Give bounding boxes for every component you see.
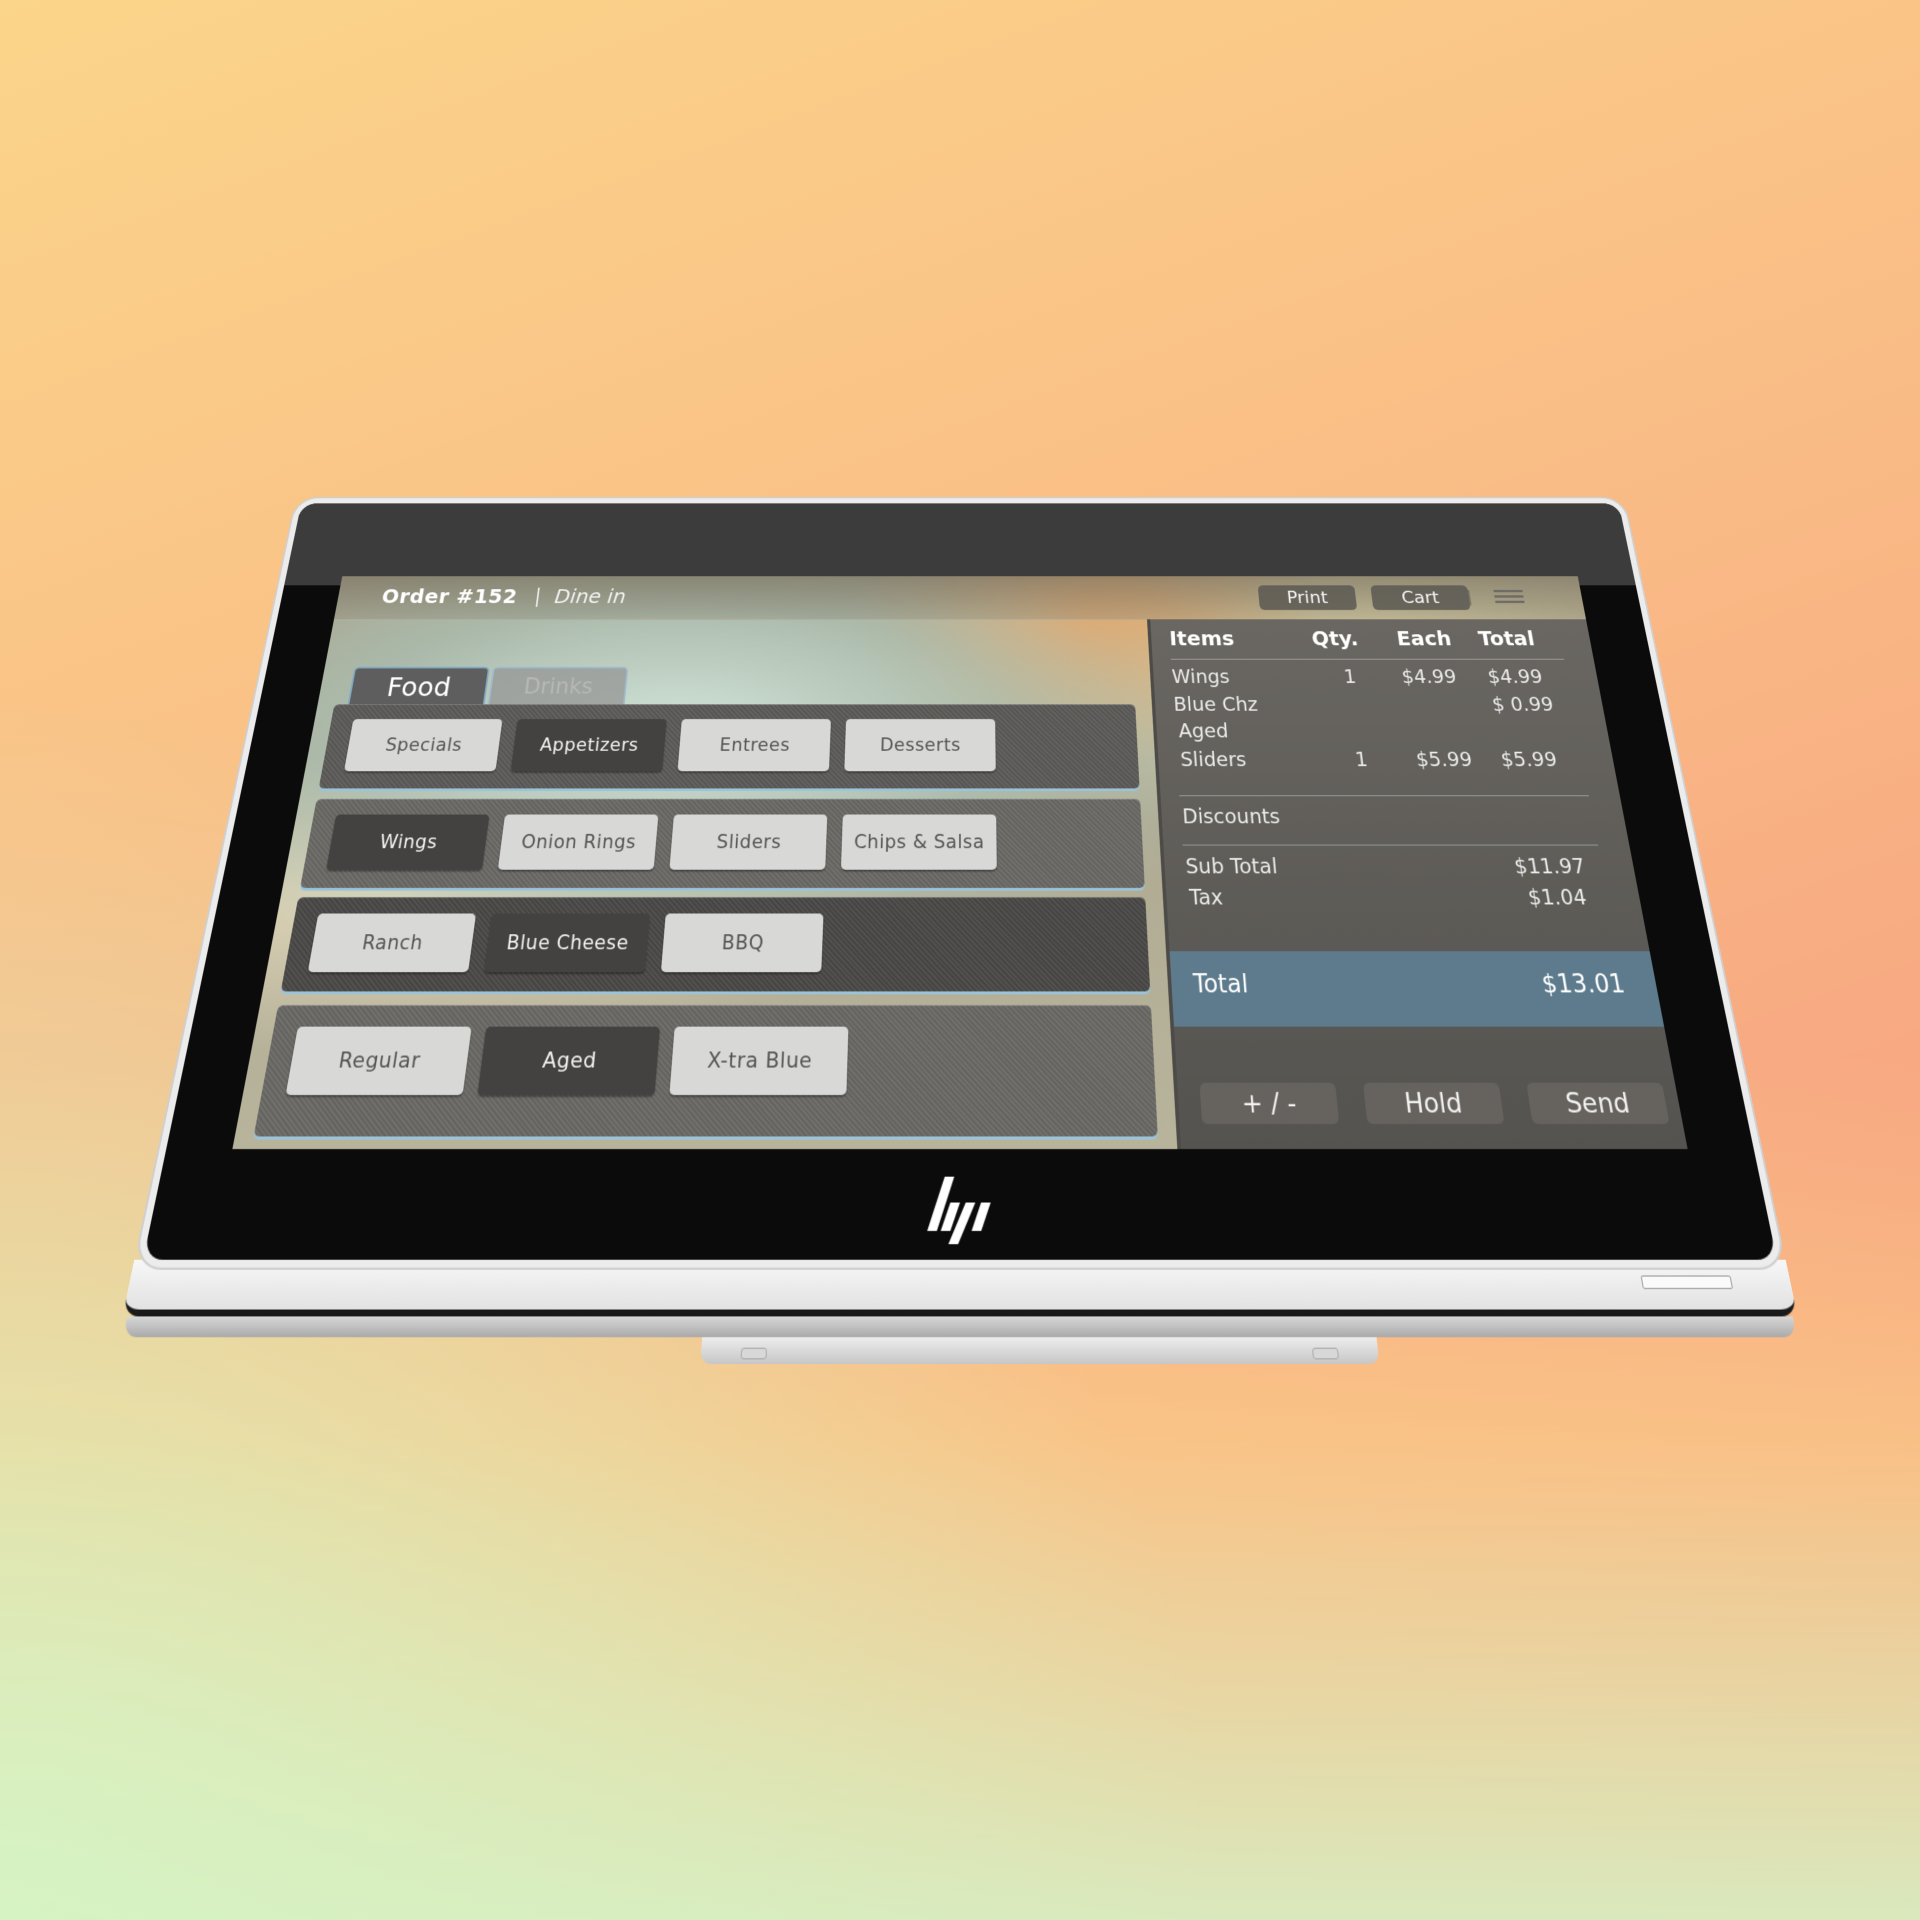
discounts-label[interactable]: Discounts xyxy=(1182,806,1281,829)
card-slot xyxy=(1640,1275,1734,1290)
tax-label: Tax xyxy=(1188,886,1224,911)
header-separator: | xyxy=(533,585,543,607)
category-specials-button[interactable]: Specials xyxy=(343,719,503,772)
sauce-blue-cheese-button[interactable]: Blue Cheese xyxy=(484,913,650,973)
column-header-qty: Qty. xyxy=(1310,627,1360,651)
stand-foot xyxy=(740,1347,768,1360)
sauce-bbq-button[interactable]: BBQ xyxy=(660,913,824,973)
option-regular-button[interactable]: Regular xyxy=(285,1026,472,1096)
column-header-items: Items xyxy=(1168,627,1236,651)
tax-value: $1.04 xyxy=(1526,886,1589,911)
category-appetizers-button[interactable]: Appetizers xyxy=(510,719,667,772)
cart-button[interactable]: Cart xyxy=(1370,585,1471,610)
quantity-adjust-button[interactable]: + / - xyxy=(1199,1082,1340,1124)
hp-logo-icon xyxy=(927,1176,991,1245)
item-total: $ 0.99 xyxy=(1490,694,1556,716)
column-header-total: Total xyxy=(1476,627,1537,651)
stand-foot xyxy=(1312,1347,1339,1360)
hold-button[interactable]: Hold xyxy=(1362,1082,1505,1124)
sauce-row: Ranch Blue Cheese BBQ xyxy=(280,897,1151,992)
total-value: $13.01 xyxy=(1539,970,1628,1000)
item-qty: 1 xyxy=(1342,666,1358,688)
order-type: Dine in xyxy=(553,585,628,608)
pos-screen: Order #152 | Dine in Print Cart Food Dri… xyxy=(232,576,1688,1150)
item-chips-salsa-button[interactable]: Chips & Salsa xyxy=(840,814,997,870)
option-row: Regular Aged X-tra Blue xyxy=(253,1005,1158,1137)
send-button[interactable]: Send xyxy=(1526,1082,1670,1124)
subtotal-value: $11.97 xyxy=(1512,855,1588,879)
item-wings-button[interactable]: Wings xyxy=(326,814,490,870)
item-name: Sliders xyxy=(1179,749,1248,772)
item-name: Wings xyxy=(1171,666,1231,688)
option-xtra-blue-button[interactable]: X-tra Blue xyxy=(669,1026,849,1096)
divider-line xyxy=(1179,795,1590,797)
item-qty: 1 xyxy=(1353,749,1369,772)
tab-drinks[interactable]: Drinks xyxy=(487,666,629,706)
item-name: Aged xyxy=(1177,720,1230,743)
tab-food[interactable]: Food xyxy=(347,666,490,706)
order-summary-panel: Items Qty. Each Total Wings 1 $4.99 $4.9… xyxy=(1146,619,1688,1150)
device-stand xyxy=(700,1333,1380,1365)
category-row: Specials Appetizers Entrees Desserts xyxy=(318,704,1140,789)
item-total: $5.99 xyxy=(1499,749,1559,772)
order-number: Order #152 xyxy=(379,585,519,608)
item-onion-rings-button[interactable]: Onion Rings xyxy=(497,814,659,870)
category-desserts-button[interactable]: Desserts xyxy=(844,719,996,772)
subtotal-label: Sub Total xyxy=(1184,855,1279,879)
sauce-ranch-button[interactable]: Ranch xyxy=(307,913,477,973)
option-aged-button[interactable]: Aged xyxy=(477,1026,661,1096)
divider-line xyxy=(1182,844,1599,846)
print-button[interactable]: Print xyxy=(1257,585,1358,610)
device-chin xyxy=(122,1259,1798,1317)
appetizer-row: Wings Onion Rings Sliders Chips & Salsa xyxy=(300,798,1145,888)
header-divider-line xyxy=(1170,658,1565,660)
total-bar: Total $13.01 xyxy=(1169,951,1668,1027)
item-sliders-button[interactable]: Sliders xyxy=(669,814,828,870)
device-base-edge xyxy=(122,1316,1798,1338)
stage: Order #152 | Dine in Print Cart Food Dri… xyxy=(0,0,1920,1920)
column-header-each: Each xyxy=(1395,627,1453,651)
item-each: $5.99 xyxy=(1414,749,1474,772)
bezel-top xyxy=(284,503,1636,586)
top-bar: Order #152 | Dine in Print Cart xyxy=(333,576,1587,621)
item-name: Blue Chz xyxy=(1172,694,1259,716)
item-each: $4.99 xyxy=(1400,666,1458,688)
hamburger-menu-icon[interactable] xyxy=(1493,589,1525,604)
total-label: Total xyxy=(1192,970,1250,1000)
device-bezel: Order #152 | Dine in Print Cart Food Dri… xyxy=(143,503,1777,1260)
category-entrees-button[interactable]: Entrees xyxy=(677,719,831,772)
item-total: $4.99 xyxy=(1486,666,1545,688)
pos-terminal: Order #152 | Dine in Print Cart Food Dri… xyxy=(122,503,1798,1365)
